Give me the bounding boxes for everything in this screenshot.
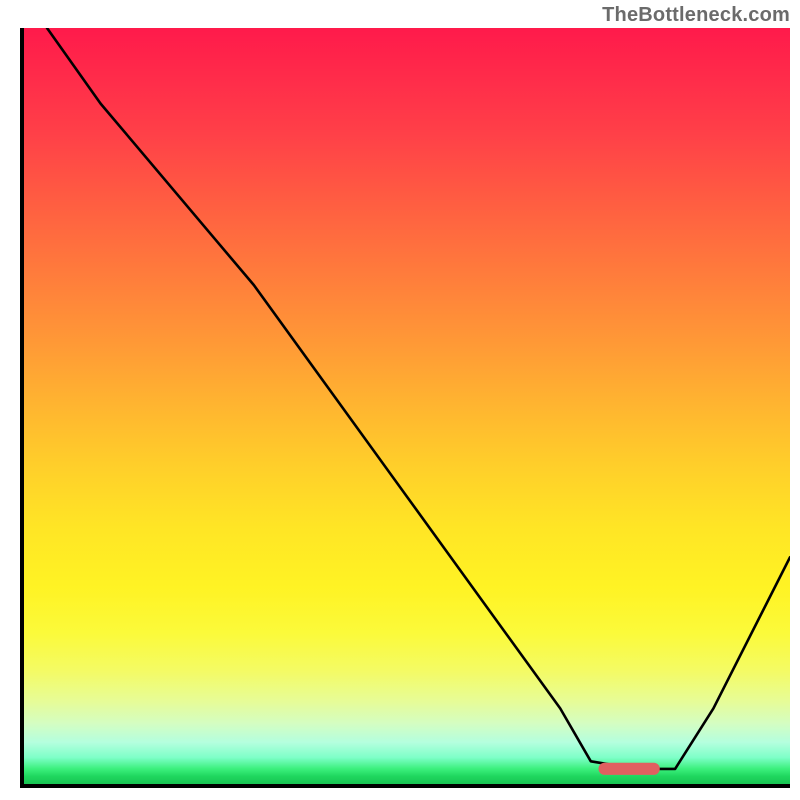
chart-container: TheBottleneck.com	[0, 0, 800, 800]
optimal-range-marker	[599, 763, 660, 775]
bottleneck-curve	[47, 28, 790, 769]
plot-area	[20, 28, 790, 788]
watermark-text: TheBottleneck.com	[602, 4, 790, 27]
chart-overlay	[24, 28, 790, 784]
